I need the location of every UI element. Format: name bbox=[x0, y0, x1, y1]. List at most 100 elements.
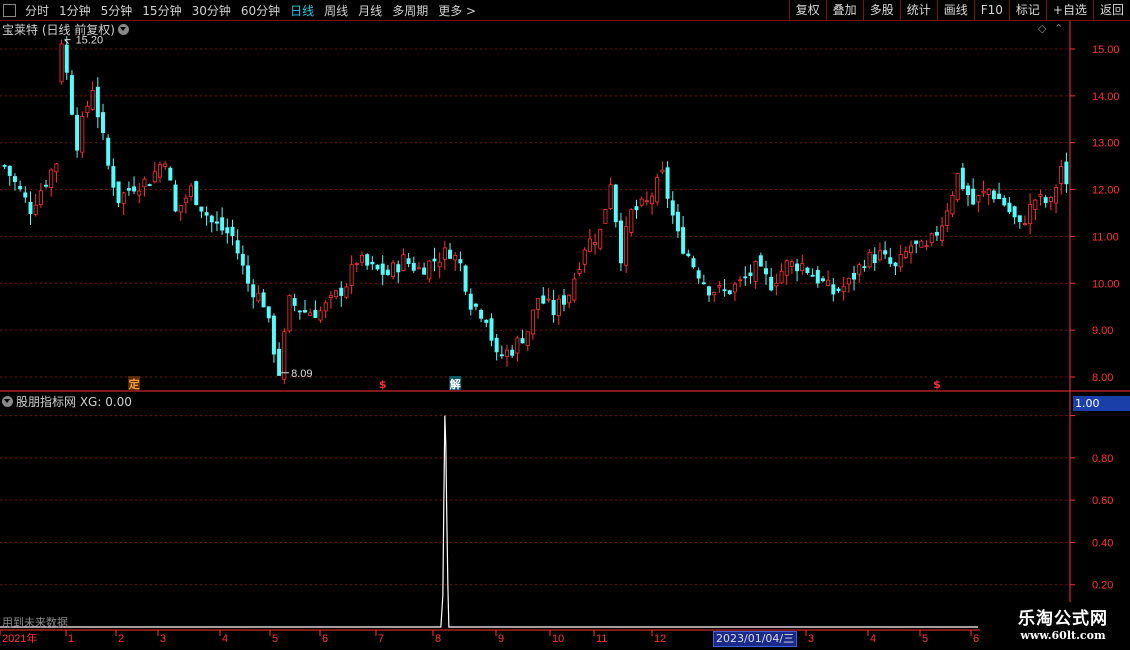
kline-chart[interactable]: 8.009.0010.0011.0012.0013.0014.0015.000.… bbox=[0, 0, 1130, 650]
candle-body bbox=[763, 268, 768, 275]
candle-body bbox=[225, 227, 230, 234]
tool-button-8[interactable]: 返回 bbox=[1092, 0, 1130, 20]
tool-button-4[interactable]: 画线 bbox=[936, 0, 974, 20]
candle-body bbox=[903, 251, 908, 258]
candle-body bbox=[940, 225, 945, 241]
candle-body bbox=[458, 259, 463, 264]
candle-body bbox=[748, 272, 753, 277]
chevron-up-icon[interactable]: ⌃ bbox=[1054, 22, 1063, 35]
candle-body bbox=[696, 270, 701, 279]
candle-body bbox=[489, 318, 494, 341]
candle-body bbox=[670, 200, 675, 216]
candle-body bbox=[271, 315, 276, 355]
period-tab-2[interactable]: 5分钟 bbox=[96, 2, 138, 19]
candle-body bbox=[613, 184, 618, 223]
tool-button-2[interactable]: 多股 bbox=[862, 0, 900, 20]
candle-body bbox=[101, 112, 106, 133]
candle-body bbox=[463, 265, 468, 292]
period-tab-0[interactable]: 分时 bbox=[20, 2, 54, 19]
tool-button-1[interactable]: 叠加 bbox=[825, 0, 863, 20]
candle-body bbox=[976, 195, 981, 203]
candle-body bbox=[163, 163, 168, 167]
candle-body bbox=[183, 197, 188, 204]
candle-body bbox=[266, 306, 271, 319]
candle-body bbox=[494, 337, 499, 353]
candle-body bbox=[919, 240, 924, 248]
candle-body bbox=[157, 164, 162, 178]
candle-body bbox=[774, 282, 779, 287]
candle-body bbox=[971, 188, 976, 205]
candle-body bbox=[779, 270, 784, 284]
tool-button-5[interactable]: F10 bbox=[973, 0, 1009, 20]
candle-body bbox=[561, 295, 566, 305]
candle-body bbox=[551, 300, 556, 316]
candle-body bbox=[318, 310, 323, 321]
candle-body bbox=[815, 269, 820, 284]
candle-body bbox=[577, 269, 582, 274]
candle-body bbox=[567, 294, 572, 304]
candle-body bbox=[541, 295, 546, 304]
date-axis-label: 5 bbox=[272, 633, 278, 645]
candle-body bbox=[2, 165, 7, 167]
candle-body bbox=[90, 89, 95, 110]
period-tab-1[interactable]: 1分钟 bbox=[54, 2, 96, 19]
candle-body bbox=[209, 215, 214, 223]
tool-button-7[interactable]: +自选 bbox=[1045, 0, 1093, 20]
price-axis-label: 14.00 bbox=[1092, 91, 1120, 103]
period-tab-5[interactable]: 60分钟 bbox=[236, 2, 285, 19]
period-tab-6[interactable]: 日线 bbox=[285, 2, 319, 19]
cursor-date: 2023/01/04/三 bbox=[713, 631, 798, 647]
candle-body bbox=[572, 278, 577, 301]
period-tab-10[interactable]: 更多 > bbox=[433, 2, 481, 19]
price-axis-label: 15.00 bbox=[1092, 44, 1120, 56]
candle-body bbox=[468, 293, 473, 310]
candle-body bbox=[505, 349, 510, 357]
candle-body bbox=[85, 105, 90, 113]
candle-body bbox=[712, 291, 717, 296]
candle-body bbox=[665, 167, 670, 199]
date-axis-label: 6 bbox=[973, 633, 979, 645]
indicator-panel-title: 股朋指标网 XG: 0.00 bbox=[2, 393, 132, 410]
tool-button-6[interactable]: 标记 bbox=[1008, 0, 1046, 20]
candle-body bbox=[909, 245, 914, 254]
period-tab-8[interactable]: 月线 bbox=[353, 2, 387, 19]
candle-body bbox=[644, 200, 649, 203]
tool-button-3[interactable]: 统计 bbox=[899, 0, 937, 20]
candle-body bbox=[1059, 166, 1064, 185]
candle-body bbox=[385, 269, 390, 276]
chevron-down-icon[interactable] bbox=[118, 24, 129, 35]
diamond-icon[interactable]: ◇ bbox=[1038, 22, 1046, 35]
date-axis-label: 2 bbox=[118, 633, 124, 645]
candle-body bbox=[448, 249, 453, 259]
period-tab-9[interactable]: 多周期 bbox=[387, 2, 433, 19]
price-axis-label: 10.00 bbox=[1092, 278, 1120, 290]
panel-toggle-icon[interactable] bbox=[3, 3, 16, 17]
candle-body bbox=[323, 302, 328, 312]
candle-body bbox=[1028, 204, 1033, 225]
candle-body bbox=[442, 247, 447, 260]
candle-body bbox=[126, 188, 131, 191]
candle-body bbox=[287, 295, 292, 332]
watermark-title: 乐淘公式网 bbox=[1018, 609, 1108, 629]
tool-button-0[interactable]: 复权 bbox=[788, 0, 826, 20]
candle-body bbox=[54, 163, 59, 173]
date-axis-label: 11 bbox=[596, 633, 607, 645]
period-tab-7[interactable]: 周线 bbox=[319, 2, 353, 19]
chevron-down-icon[interactable] bbox=[2, 396, 13, 407]
candle-body bbox=[675, 211, 680, 232]
candle-body bbox=[1002, 197, 1007, 206]
candle-body bbox=[230, 226, 235, 237]
candle-body bbox=[214, 221, 219, 224]
candle-body bbox=[303, 310, 308, 313]
candle-body bbox=[204, 212, 209, 216]
candle-body bbox=[69, 75, 74, 115]
candle-body bbox=[1033, 199, 1038, 210]
candle-body bbox=[536, 297, 541, 310]
indicator-axis-label: 0.40 bbox=[1092, 537, 1113, 549]
candle-body bbox=[147, 184, 152, 187]
period-tab-3[interactable]: 15分钟 bbox=[137, 2, 186, 19]
period-tab-4[interactable]: 30分钟 bbox=[187, 2, 236, 19]
candle-body bbox=[634, 206, 639, 211]
date-axis-label: 9 bbox=[498, 633, 504, 645]
candle-body bbox=[396, 264, 401, 273]
